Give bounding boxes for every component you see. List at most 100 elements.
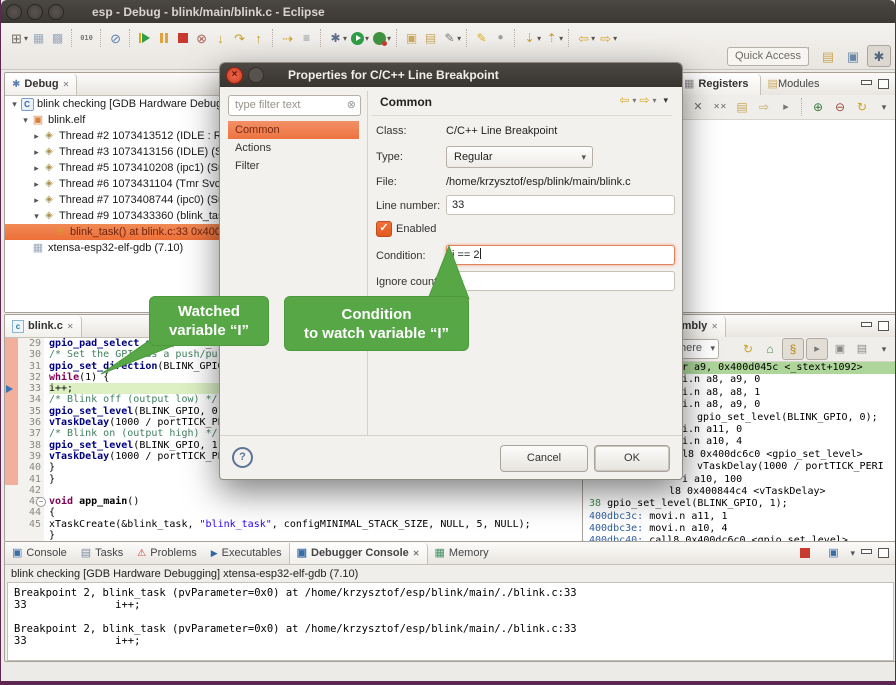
line-number-field[interactable]: 33 (446, 195, 675, 215)
annotation-ruler[interactable] (5, 462, 18, 473)
tree-expander-icon[interactable]: ▸ (31, 192, 42, 208)
window-minimize-icon[interactable] (27, 4, 43, 20)
dialog-nav-filter[interactable]: Filter (228, 157, 359, 175)
forward-icon[interactable]: ⇨ (639, 93, 649, 107)
view-menu-icon[interactable]: ▾ (874, 97, 894, 117)
refresh-icon[interactable]: ↻ (852, 97, 872, 117)
step-over-icon[interactable]: ↷ (230, 28, 249, 48)
tab-registers[interactable]: ▦ Registers (677, 74, 761, 95)
prev-annotation-icon[interactable]: ⇡ (542, 28, 561, 48)
expand-all-icon[interactable]: ⊕ (808, 97, 828, 117)
cancel-button[interactable]: Cancel (500, 445, 588, 472)
home-icon[interactable]: ⌂ (760, 339, 780, 359)
annotation-ruler[interactable] (5, 485, 18, 496)
run-icon[interactable] (348, 28, 367, 48)
tree-expander-icon[interactable]: ▸ (31, 128, 42, 144)
remove-register-icon[interactable]: ✕ (688, 97, 708, 117)
debug-tree-item[interactable]: ▸◈Thread #3 1073413156 (IDLE) (Susp (5, 144, 224, 160)
annotation-ruler[interactable] (5, 428, 18, 439)
debug-icon[interactable]: ✱ (326, 28, 345, 48)
pin-view-icon[interactable]: ▤ (852, 339, 872, 359)
coverage-icon[interactable] (370, 28, 389, 48)
ignore-count-field[interactable]: 0 (446, 271, 675, 291)
annotation-ruler[interactable] (5, 361, 18, 372)
open-perspective-icon[interactable]: ▤ (817, 46, 839, 66)
debug-tree-item[interactable]: ▸◈Thread #2 1073413512 (IDLE : Runn (5, 128, 224, 144)
dialog-close-icon[interactable]: × (226, 67, 243, 84)
annotation-ruler[interactable] (5, 349, 18, 360)
annotation-ruler[interactable] (5, 383, 18, 394)
tab-problems[interactable]: ⚠Problems (130, 543, 203, 564)
debug-tree-item[interactable]: ▸◈Thread #6 1073431104 (Tmr Svc) (S (5, 176, 224, 192)
chevron-down-icon[interactable]: ▾ (850, 548, 855, 559)
debug-perspective-icon[interactable]: ✱ (867, 45, 891, 67)
annotation-ruler[interactable] (5, 519, 18, 530)
debug-tree-item[interactable]: ▾▣blink.elf (5, 112, 224, 128)
enabled-checkbox[interactable]: ✓ (376, 221, 392, 237)
open-folder-icon[interactable]: ▣ (402, 28, 421, 48)
minimize-icon[interactable] (861, 549, 872, 554)
clear-filter-icon[interactable]: ⊗ (347, 98, 356, 111)
open-new-view-icon[interactable]: ▣ (830, 339, 850, 359)
type-select[interactable]: Regular ▾ (446, 146, 593, 168)
step-into-icon[interactable]: ↓ (211, 28, 230, 48)
maximize-icon[interactable] (878, 548, 889, 558)
binary-icon[interactable]: 010 (77, 28, 96, 48)
maximize-icon[interactable] (878, 321, 889, 331)
suspend-icon[interactable] (154, 28, 173, 48)
cpp-perspective-icon[interactable]: ▣ (842, 46, 864, 66)
display-selected-console-icon[interactable]: ▣ (823, 543, 843, 563)
select-icon[interactable]: ▸ (776, 97, 796, 117)
help-button[interactable]: ? (232, 447, 253, 468)
track-expression-icon[interactable]: ▸ (806, 338, 828, 360)
tree-expander-icon[interactable]: ▸ (31, 160, 42, 176)
forward-icon[interactable]: ⇨ (596, 28, 615, 48)
tree-expander-icon[interactable]: ▾ (20, 112, 31, 128)
disconnect-icon[interactable]: ⊗ (192, 28, 211, 48)
window-close-icon[interactable] (6, 4, 22, 20)
instruction-stepping-icon[interactable]: ⇢ (278, 28, 297, 48)
debug-tree-item[interactable]: ▾◈Thread #9 1073433360 (blink_task : (5, 208, 224, 224)
collapse-all-icon[interactable]: ⊖ (830, 97, 850, 117)
debug-tree-item[interactable]: ▸◈Thread #7 1073408744 (ipc0) (Susp (5, 192, 224, 208)
tree-expander-icon[interactable]: ▸ (31, 144, 42, 160)
pencil-icon[interactable]: ✎ (440, 28, 459, 48)
step-return-icon[interactable]: ↑ (249, 28, 268, 48)
debug-tree-item[interactable]: ▦xtensa-esp32-elf-gdb (7.10) (5, 240, 224, 256)
terminate-icon[interactable] (173, 28, 192, 48)
terminate-icon[interactable] (795, 543, 815, 563)
new-wizard-icon[interactable]: ⊞ (7, 28, 26, 48)
highlight-icon[interactable]: ✎ (472, 28, 491, 48)
annotation-ruler[interactable] (5, 338, 18, 349)
open-project-icon[interactable]: ▤ (421, 28, 440, 48)
annotation-ruler[interactable] (5, 440, 18, 451)
condition-field[interactable]: i == 2 (446, 245, 675, 265)
window-maximize-icon[interactable] (48, 4, 64, 20)
fold-icon[interactable]: − (36, 497, 46, 507)
view-menu-icon[interactable]: ▾ (874, 339, 894, 359)
filter-input[interactable]: type filter text ⊗ (228, 95, 361, 116)
tab-blink-c[interactable]: c blink.c ✕ (5, 316, 82, 337)
annotation-ruler[interactable] (5, 372, 18, 383)
annotation-ruler[interactable] (5, 507, 18, 518)
tab-executables[interactable]: ▶Executables (204, 543, 289, 564)
annotation-ruler[interactable] (5, 451, 18, 462)
debug-tree-item[interactable]: ▾Cblink checking [GDB Hardware Debug (5, 96, 224, 112)
tree-expander-icon[interactable]: ▸ (31, 176, 42, 192)
refresh-view-icon[interactable]: ↻ (738, 339, 758, 359)
dialog-nav-common[interactable]: Common (228, 121, 359, 139)
close-icon[interactable]: ✕ (63, 78, 70, 90)
back-icon[interactable]: ⇦ (619, 93, 629, 107)
tree-expander-icon[interactable]: ▾ (31, 208, 42, 224)
add-register-group-icon[interactable]: ▤ (732, 97, 752, 117)
dialog-maximize-icon[interactable] (248, 67, 264, 83)
tab-debugger-console[interactable]: ▣Debugger Console✕ (289, 543, 428, 564)
tab-modules[interactable]: ▤ Modules (761, 74, 827, 95)
save-icon[interactable]: ▦ (29, 28, 48, 48)
annotation-ruler[interactable] (5, 417, 18, 428)
close-icon[interactable]: ✕ (413, 547, 420, 559)
tab-debug[interactable]: ✱ Debug ✕ (5, 74, 77, 95)
debug-tree-item[interactable]: ≡blink_task() at blink.c:33 0x400db (5, 224, 224, 240)
tab-tasks[interactable]: ▤Tasks (74, 543, 131, 564)
remove-all-registers-icon[interactable]: ✕✕ (710, 97, 730, 117)
